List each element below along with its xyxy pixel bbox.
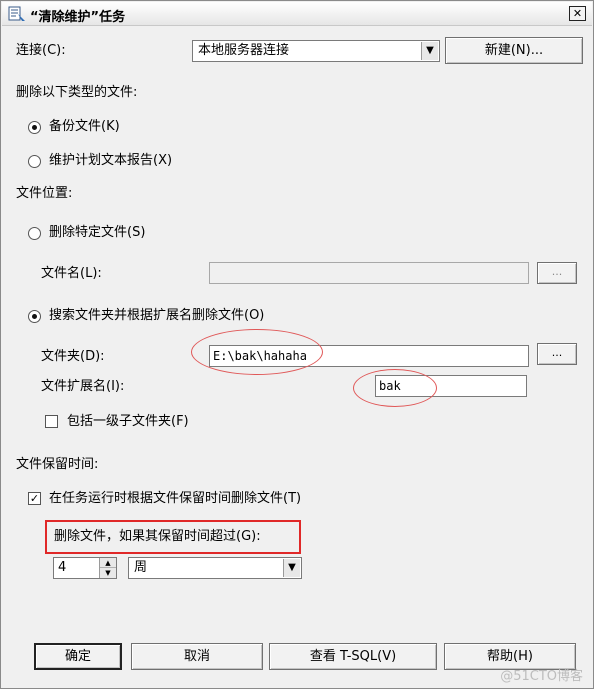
chevron-down-icon[interactable]: ▼ xyxy=(421,42,438,60)
include-subfolder-label[interactable]: 包括一级子文件夹(F) xyxy=(67,414,189,430)
ok-button[interactable]: 确定 xyxy=(34,643,122,670)
folder-value: E:\bak\hahaha xyxy=(213,349,307,363)
delete-specific-file-label[interactable]: 删除特定文件(S) xyxy=(49,225,145,241)
retention-heading: 文件保留时间: xyxy=(16,457,99,472)
title-bar: “清除维护”任务 ✕ xyxy=(2,2,592,26)
window-title: “清除维护”任务 xyxy=(30,10,126,25)
folder-label: 文件夹(D): xyxy=(41,349,105,364)
spin-down-icon[interactable]: ▼ xyxy=(100,568,116,578)
report-files-radio[interactable] xyxy=(28,155,41,168)
filename-input[interactable] xyxy=(209,262,529,284)
retention-enable-label[interactable]: 在任务运行时根据文件保留时间删除文件(T) xyxy=(49,491,301,507)
connection-label: 连接(C): xyxy=(16,43,66,58)
extension-label: 文件扩展名(I): xyxy=(41,379,125,394)
chevron-down-icon[interactable]: ▼ xyxy=(283,559,300,577)
spin-up-icon[interactable]: ▲ xyxy=(100,558,116,568)
filename-label: 文件名(L): xyxy=(41,266,102,281)
retention-amount-value: 4 xyxy=(58,560,67,575)
app-icon xyxy=(8,6,25,21)
filename-browse-button[interactable]: ... xyxy=(537,262,577,284)
extension-input[interactable]: bak xyxy=(375,375,527,397)
retention-unit-select[interactable]: 周 ▼ xyxy=(128,557,302,579)
cleanup-task-dialog: “清除维护”任务 ✕ 连接(C): 本地服务器连接 ▼ 新建(N)... 删除以… xyxy=(0,0,594,689)
cancel-button[interactable]: 取消 xyxy=(131,643,263,670)
include-subfolder-checkbox[interactable] xyxy=(45,415,58,428)
connection-select[interactable]: 本地服务器连接 ▼ xyxy=(192,40,440,62)
delete-specific-file-radio[interactable] xyxy=(28,227,41,240)
retention-unit-value: 周 xyxy=(134,560,148,575)
older-than-label: 删除文件，如果其保留时间超过(G): xyxy=(54,529,261,544)
close-button[interactable]: ✕ xyxy=(569,6,586,21)
retention-amount-spinner[interactable]: 4 ▲ ▼ xyxy=(53,557,117,579)
file-location-heading: 文件位置: xyxy=(16,186,73,201)
search-folder-radio[interactable] xyxy=(28,310,41,323)
retention-enable-checkbox[interactable]: ✓ xyxy=(28,492,41,505)
search-folder-label[interactable]: 搜索文件夹并根据扩展名删除文件(O) xyxy=(49,308,264,324)
extension-value: bak xyxy=(379,379,401,393)
folder-input[interactable]: E:\bak\hahaha xyxy=(209,345,529,367)
delete-type-heading: 删除以下类型的文件: xyxy=(16,85,138,100)
folder-browse-button[interactable]: ... xyxy=(537,343,577,365)
watermark: @51CTO博客 xyxy=(500,669,583,684)
report-files-label[interactable]: 维护计划文本报告(X) xyxy=(49,153,172,169)
connection-value: 本地服务器连接 xyxy=(198,43,290,58)
backup-files-label[interactable]: 备份文件(K) xyxy=(49,119,120,135)
new-connection-button[interactable]: 新建(N)... xyxy=(445,37,583,64)
view-tsql-button[interactable]: 查看 T-SQL(V) xyxy=(269,643,437,670)
backup-files-radio[interactable] xyxy=(28,121,41,134)
